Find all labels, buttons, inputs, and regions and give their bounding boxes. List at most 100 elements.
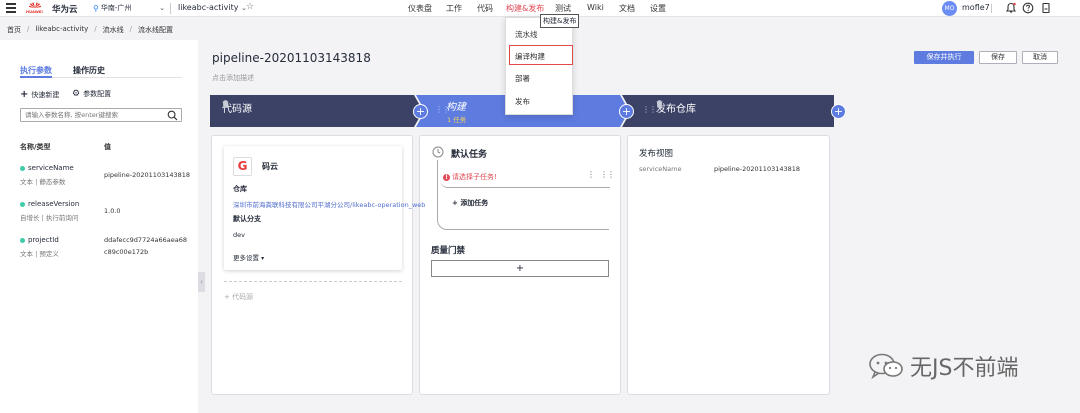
chevron-down-icon: ⌄ — [159, 4, 165, 12]
nav-item-test[interactable]: 测试 — [555, 3, 571, 14]
trash-icon[interactable] — [222, 100, 229, 108]
task-warning[interactable]: ! 请选择子任务! — [443, 172, 497, 182]
help-icon[interactable] — [1022, 2, 1034, 14]
repo-provider: 码云 — [262, 162, 278, 171]
watermark: 无JS不前端 — [868, 350, 1018, 382]
device-icon[interactable] — [1040, 2, 1052, 14]
param-value: 1.0.0 — [104, 207, 121, 215]
cancel-button[interactable]: 取消 — [1022, 51, 1058, 64]
username[interactable]: mofle7 — [962, 3, 990, 12]
breadcrumb-project[interactable]: likeabc-activity — [35, 25, 88, 35]
param-type: 自增长 | 执行前询问 — [20, 214, 79, 222]
divider — [991, 4, 992, 13]
breadcrumb-pipeline[interactable]: 流水线 — [103, 25, 124, 35]
bell-icon[interactable] — [1005, 2, 1017, 14]
hamburger-menu-icon[interactable] — [6, 3, 16, 13]
divider — [224, 281, 402, 282]
breadcrumb-current: 流水线配置 — [138, 26, 173, 34]
repo-link[interactable]: 深圳市前海粪联科技有限公司平湖分公司/likeabc-operation_web — [233, 199, 425, 209]
drag-handle-icon[interactable]: ⋮⋮ — [642, 105, 657, 114]
param-type: 文本 | 静态参数 — [20, 178, 66, 186]
save-and-run-button[interactable]: 保存并执行 — [914, 51, 974, 64]
repo-card[interactable]: G 码云 仓库 深圳市前海粪联科技有限公司平湖分公司/likeabc-opera… — [224, 146, 425, 270]
task-warning-text: 请选择子任务! — [452, 173, 497, 181]
more-vertical-icon[interactable]: ⋮ — [587, 170, 595, 179]
status-dot — [20, 165, 25, 171]
add-stage-button[interactable]: + — [619, 104, 634, 119]
stage-build[interactable]: 构建 — [446, 98, 466, 113]
param-value: ddafecc9d7724a66aea68 — [104, 236, 187, 244]
nav-item-build-release[interactable]: 构建&发布 — [506, 3, 544, 14]
param-config-button[interactable]: ⚙ 参数配置 — [72, 89, 111, 99]
menu-item-release[interactable]: 发布 — [515, 96, 530, 107]
wechat-icon — [869, 353, 903, 380]
add-description-link[interactable]: 点击添加描述 — [212, 73, 254, 83]
param-row[interactable]: releaseVersion 自增长 | 执行前询问 1.0.0 — [20, 200, 190, 226]
menu-item-pipeline[interactable]: 流水线 — [515, 29, 538, 40]
page-title: pipeline-20201103143818 — [212, 51, 371, 65]
trash-icon[interactable] — [656, 100, 663, 108]
drag-handle-icon[interactable]: ⋮⋮ — [600, 170, 615, 179]
quick-create-button[interactable]: + 快速新建 — [20, 89, 59, 100]
add-stage-button[interactable]: + — [413, 104, 428, 119]
breadcrumb-home[interactable]: 首页 — [7, 25, 21, 35]
tab-run-params[interactable]: 执行参数 — [20, 65, 52, 78]
status-dot — [20, 237, 25, 243]
more-settings-label: 更多设置 — [233, 254, 259, 262]
gear-icon: ⚙ — [72, 89, 81, 99]
param-type: 文本 | 预定义 — [20, 250, 59, 258]
breadcrumb: 首页 / likeabc-activity / 流水线 / 流水线配置 — [7, 25, 173, 35]
add-quality-gate-button[interactable]: + — [431, 260, 609, 277]
param-search-input[interactable] — [21, 109, 161, 121]
brand-name: 华为云 — [52, 5, 78, 15]
param-row[interactable]: serviceName 文本 | 静态参数 pipeline-202011031… — [20, 164, 190, 190]
stage-label: 构建 — [446, 102, 466, 113]
release-view-title: 发布视图 — [639, 149, 674, 159]
more-settings-toggle[interactable]: 更多设置 ▾ — [233, 252, 264, 262]
add-task-button[interactable]: + 添加任务 — [452, 198, 488, 208]
add-code-source-button[interactable]: + 代码源 — [224, 292, 253, 302]
param-name: projectId — [28, 236, 59, 244]
collapse-handle-icon[interactable]: ‹ — [198, 272, 205, 292]
param-config-label: 参数配置 — [83, 90, 112, 98]
plus-icon: + — [20, 89, 29, 100]
nav-item-docs[interactable]: 文档 — [619, 3, 635, 14]
region-selector[interactable]: ⚲ 华南-广州 ⌄ — [93, 2, 165, 14]
tab-history[interactable]: 操作历史 — [73, 65, 105, 76]
stage-code-source[interactable]: 代码源 — [222, 100, 252, 115]
left-tabs: 执行参数 操作历史 — [20, 65, 182, 78]
nav-item-code[interactable]: 代码 — [477, 3, 493, 14]
release-key: serviceName — [639, 165, 682, 173]
watermark-text: 无JS不前端 — [910, 356, 1019, 381]
col-header-name: 名称/类型 — [20, 143, 51, 151]
param-name: releaseVersion — [28, 200, 80, 208]
star-icon[interactable]: ☆ — [246, 2, 254, 12]
nav-item-work[interactable]: 工作 — [446, 3, 462, 14]
project-selector[interactable]: likeabc-activity ⌄ — [178, 3, 247, 12]
branch-value: dev — [233, 231, 245, 239]
menu-item-compile-build[interactable]: 编译构建 — [515, 51, 545, 62]
stage-task-count: 1 任务 — [447, 116, 467, 124]
huawei-logo-icon[interactable]: HUAWEI — [26, 2, 44, 14]
nav-item-dashboard[interactable]: 仪表盘 — [408, 3, 432, 14]
col-header-value: 值 — [104, 143, 111, 151]
gitee-logo-icon: G — [233, 157, 252, 176]
add-stage-button[interactable]: + — [831, 104, 846, 119]
caret-down-icon: ▾ — [261, 255, 265, 262]
param-row[interactable]: projectId 文本 | 预定义 ddafecc9d7724a66aea68… — [20, 236, 190, 262]
avatar[interactable]: MO — [942, 1, 957, 16]
quick-create-label: 快速新建 — [31, 90, 60, 99]
menu-item-deploy[interactable]: 部署 — [515, 73, 530, 84]
left-panel: 执行参数 操作历史 + 快速新建 ⚙ 参数配置 名称/类型 值 serviceN… — [0, 40, 198, 413]
divider — [170, 3, 171, 14]
branch-label: 默认分支 — [233, 215, 261, 223]
save-button[interactable]: 保存 — [979, 51, 1017, 64]
clock-icon — [432, 146, 444, 158]
project-label: likeabc-activity — [178, 3, 239, 12]
add-task-label: 添加任务 — [460, 199, 489, 207]
stage-release-repo[interactable]: 发布仓库 — [656, 100, 696, 115]
tooltip: 构建&发布 — [540, 14, 580, 28]
search-icon[interactable] — [167, 110, 178, 121]
nav-item-settings[interactable]: 设置 — [650, 3, 666, 14]
nav-item-wiki[interactable]: Wiki — [587, 3, 604, 12]
